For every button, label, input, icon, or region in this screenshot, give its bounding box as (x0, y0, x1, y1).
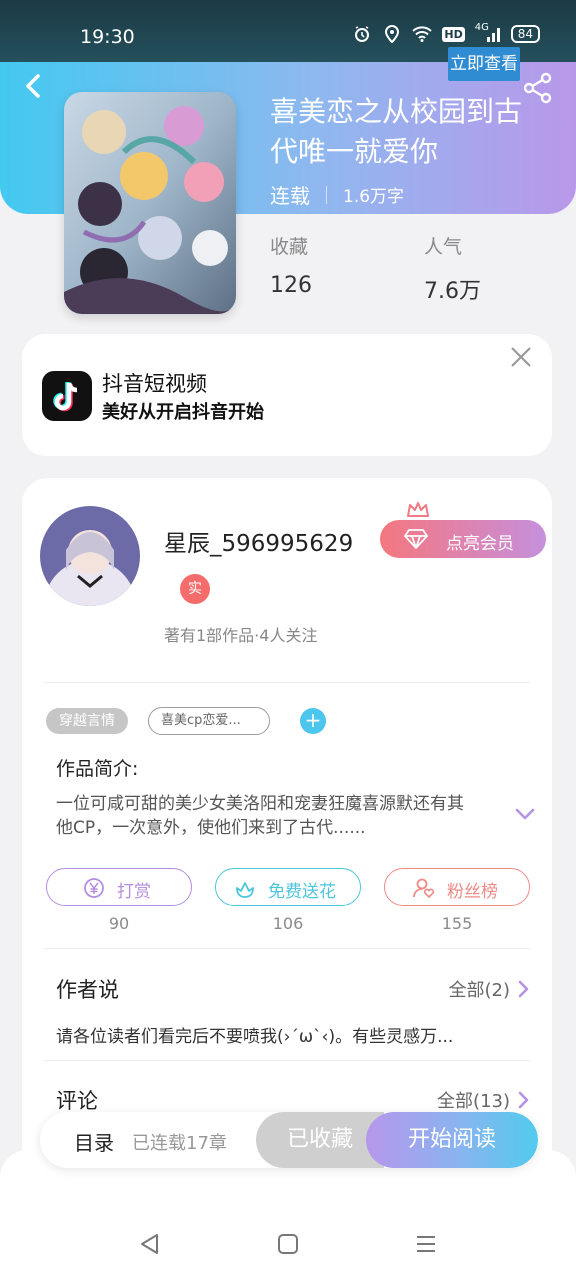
close-icon (511, 347, 531, 367)
crown-icon (407, 502, 429, 517)
wifi-icon (412, 24, 433, 44)
status-icons: HD 4G 84 (352, 22, 540, 44)
bottom-sheet (0, 1150, 576, 1280)
author-note-text[interactable]: 请各位读者们看完后不要喷我(›´ω`‹)。有些灵感万... (56, 1022, 453, 1047)
meta-divider (326, 185, 327, 204)
comments-all-link[interactable]: 全部(13) (437, 1087, 530, 1113)
fan-user-icon (413, 878, 435, 899)
tip-button-label: 打赏 (117, 882, 151, 902)
status-time: 19:30 (80, 26, 135, 48)
chevron-right-icon (518, 1091, 529, 1109)
tiktok-logo-icon (42, 371, 92, 421)
chevron-right-icon (518, 980, 529, 998)
book-meta: 连载 1.6万字 (270, 180, 404, 209)
ad-title: 抖音短视频 (102, 372, 207, 396)
chevron-left-icon (26, 74, 40, 98)
author-says-title: 作者说 (56, 978, 119, 1002)
nav-back-button[interactable] (138, 1232, 162, 1256)
nav-home-button[interactable] (276, 1232, 300, 1256)
yuan-coin-icon (84, 878, 104, 898)
stat-label: 收藏 (270, 236, 309, 258)
popularity-stat: 人气 7.6万 (424, 232, 481, 305)
ad-description: 美好从开启抖音开始 (102, 402, 264, 423)
tip-count: 90 (108, 914, 130, 933)
signal-icon: 4G (475, 22, 501, 44)
location-icon (382, 24, 402, 44)
diamond-icon (404, 529, 428, 549)
expand-intro-button[interactable] (514, 806, 536, 822)
battery-icon: 84 (510, 25, 540, 43)
alarm-icon (352, 24, 372, 44)
stat-value: 126 (270, 273, 312, 298)
verified-badge: 实 (180, 574, 210, 604)
book-status: 连载 (270, 184, 310, 208)
author-says-all-link[interactable]: 全部(2) (449, 976, 531, 1002)
custom-tag[interactable]: 喜美cp恋爱... (148, 707, 270, 735)
send-flower-button[interactable]: 免费送花 (215, 868, 361, 906)
comments-all-label: 全部(13) (437, 1091, 510, 1112)
vip-button-label: 点亮会员 (446, 534, 514, 554)
book-title: 喜美恋之从校园到古代唯一就爱你 (270, 95, 523, 168)
ad-banner[interactable]: 抖音短视频 美好从开启抖音开始 (22, 334, 552, 456)
collected-button[interactable]: 已收藏 (256, 1112, 384, 1168)
start-reading-button[interactable]: 开始阅读 (366, 1112, 538, 1168)
table-of-contents-button[interactable]: 目录 (74, 1127, 114, 1156)
square-home-icon (278, 1234, 298, 1254)
stat-value: 7.6万 (424, 279, 481, 304)
ad-close-button[interactable] (508, 344, 534, 370)
hd-icon: HD (442, 26, 465, 42)
favorites-stat: 收藏 126 (270, 232, 312, 298)
fan-ranking-label: 粉丝榜 (447, 882, 498, 902)
flower-icon (236, 882, 254, 898)
book-cover-image[interactable] (64, 92, 236, 314)
fan-ranking-button[interactable]: 粉丝榜 (384, 868, 530, 906)
intro-title: 作品简介: (56, 758, 139, 780)
stat-label: 人气 (424, 236, 463, 258)
back-button[interactable] (18, 68, 50, 104)
genre-tag[interactable]: 穿越言情 (46, 708, 128, 734)
author-avatar[interactable] (40, 506, 140, 606)
divider (44, 682, 530, 683)
flower-count: 106 (272, 914, 304, 933)
divider (44, 1060, 530, 1061)
reading-action-bar: 目录 已连载17章 已收藏 开始阅读 (40, 1112, 538, 1168)
tip-button[interactable]: 打赏 (46, 868, 192, 906)
divider (44, 948, 530, 949)
ad-action-button[interactable]: 立即查看 (448, 47, 520, 81)
author-says-all-label: 全部(2) (448, 980, 511, 1001)
vip-button[interactable]: 点亮会员 (380, 520, 546, 558)
menu-lines-icon (417, 1236, 435, 1252)
nav-menu-button[interactable] (414, 1232, 438, 1256)
book-word-count: 1.6万字 (343, 187, 405, 207)
send-flower-label: 免费送花 (268, 882, 336, 902)
author-stats: 著有1部作品·4人关注 (164, 626, 318, 645)
comments-title: 评论 (56, 1089, 98, 1113)
add-tag-button[interactable]: + (300, 708, 326, 734)
intro-text: 一位可咸可甜的美少女美洛阳和宠妻狂魔喜源默还有其他CP，一次意外，使他们来到了古… (56, 794, 464, 838)
chevron-down-icon (515, 808, 535, 820)
chapter-count: 已连载17章 (132, 1133, 227, 1154)
fan-count: 155 (441, 914, 473, 933)
author-name: 星辰_596995629 (164, 531, 354, 557)
triangle-back-icon (141, 1234, 158, 1254)
